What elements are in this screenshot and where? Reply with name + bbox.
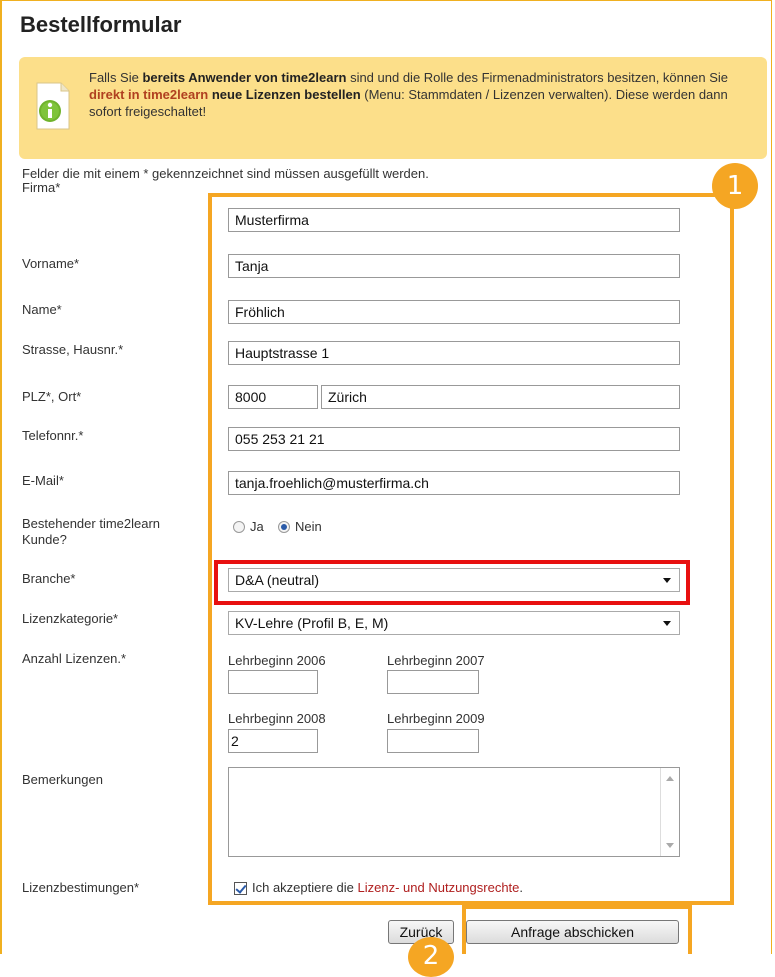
label-vorname: Vorname* <box>22 256 80 271</box>
annotation-box-2 <box>462 905 692 954</box>
info-icon <box>36 82 70 130</box>
label-lizenzbestimmungen: Lizenzbestimungen* <box>22 880 140 895</box>
label-firma: Firma* <box>22 180 61 195</box>
required-note: Felder die mit einem * gekennzeichnet si… <box>22 166 429 181</box>
label-email: E-Mail* <box>22 473 64 488</box>
annotation-highlight-branche <box>214 560 690 605</box>
label-strasse: Strasse, Hausnr.* <box>22 342 124 357</box>
badge-2: 2 <box>408 937 454 977</box>
badge-1: 1 <box>712 163 758 209</box>
label-branche: Branche* <box>22 571 76 586</box>
label-anzahl-lizenzen: Anzahl Lizenzen.* <box>22 651 127 666</box>
page-title: Bestellformular <box>20 12 182 37</box>
label-telefon: Telefonnr.* <box>22 428 84 443</box>
label-bemerkungen: Bemerkungen <box>22 772 103 787</box>
annotation-box-1 <box>208 193 734 905</box>
info-text: Falls Sie bereits Anwender von time2lear… <box>89 70 728 119</box>
label-lizenzkategorie: Lizenzkategorie* <box>22 611 119 626</box>
label-name: Name* <box>22 302 62 317</box>
label-plz-ort: PLZ*, Ort* <box>22 389 82 404</box>
label-bestehender-kunde: Bestehender time2learn Kunde? <box>22 516 161 547</box>
info-box: Falls Sie bereits Anwender von time2lear… <box>19 57 767 159</box>
